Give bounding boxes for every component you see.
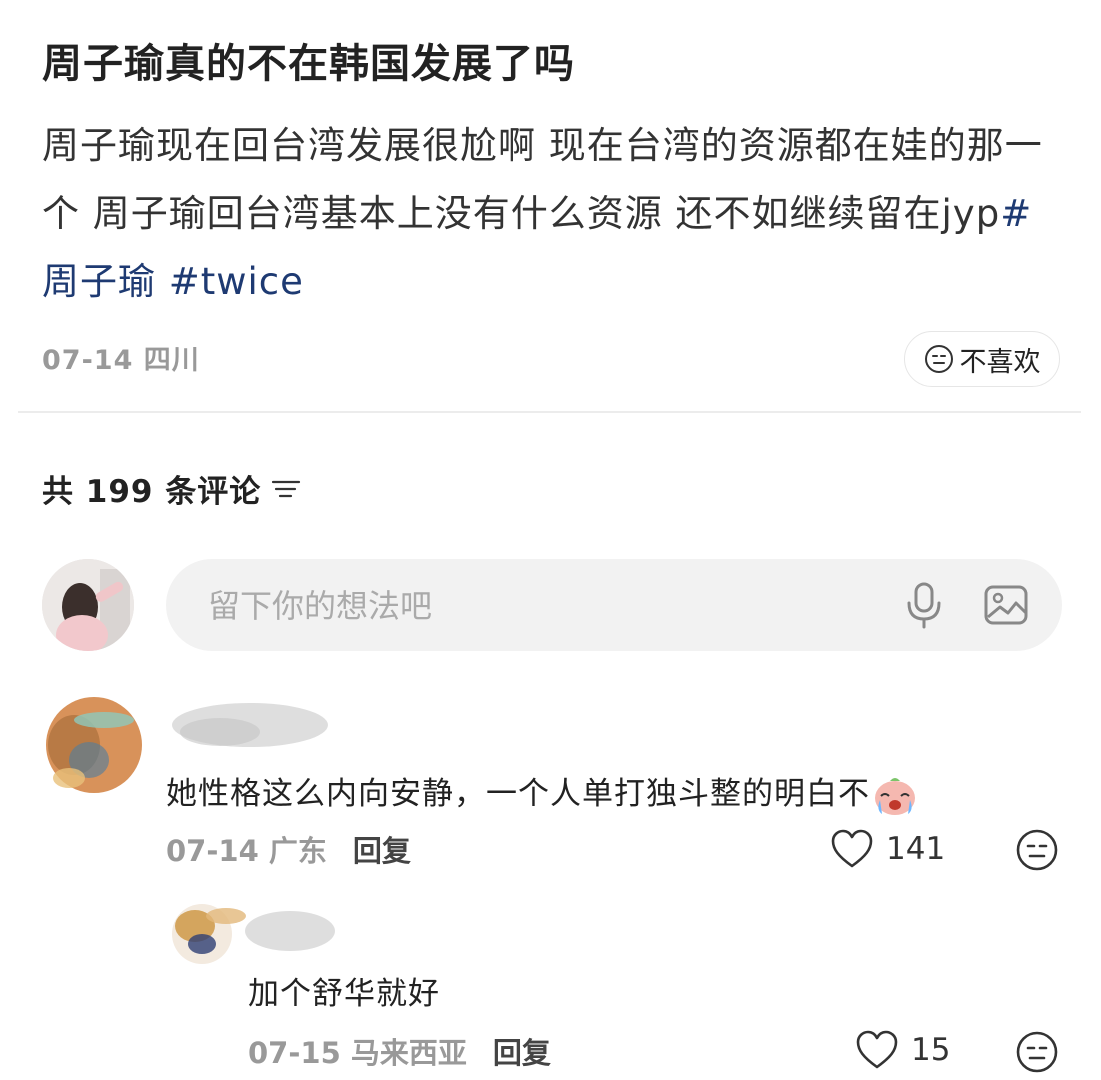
neutral-face-icon[interactable] xyxy=(1015,828,1059,872)
comment-meta: 07-14 广东 回复 xyxy=(166,828,411,870)
comment-date: 07-14 xyxy=(166,834,259,868)
commenter-avatar[interactable] xyxy=(34,690,154,800)
post-body: 周子瑜现在回台湾发展很尬啊 现在台湾的资源都在娃的那一个 周子瑜回台湾基本上没有… xyxy=(42,112,1062,316)
sort-filter-icon[interactable] xyxy=(271,477,303,501)
dislike-label: 不喜欢 xyxy=(959,346,1041,378)
post-meta: 07-14 四川 xyxy=(42,338,200,377)
comment-input[interactable] xyxy=(206,579,870,633)
post-location: 四川 xyxy=(143,345,200,376)
user-avatar[interactable] xyxy=(42,559,134,651)
comment-location: 广东 xyxy=(268,834,327,868)
comment-date: 07-15 xyxy=(248,1036,341,1070)
like-count: 15 xyxy=(911,1032,951,1068)
hashtag-link[interactable]: #twice xyxy=(156,260,304,303)
neutral-face-icon[interactable] xyxy=(1015,1030,1059,1074)
comment-count: 199 xyxy=(85,474,154,510)
dislike-button[interactable]: 不喜欢 xyxy=(904,331,1060,387)
post-title: 周子瑜真的不在韩国发展了吗 xyxy=(42,41,575,87)
like-button[interactable]: 15 xyxy=(855,1030,950,1070)
post-body-text: 周子瑜现在回台湾发展很尬啊 现在台湾的资源都在娃的那一个 周子瑜回台湾基本上没有… xyxy=(42,124,1043,235)
comment-location: 马来西亚 xyxy=(350,1036,467,1070)
commenter-avatar[interactable] xyxy=(160,896,250,972)
neutral-face-icon xyxy=(924,345,953,373)
comment-meta: 07-15 马来西亚 回复 xyxy=(248,1030,551,1072)
microphone-icon[interactable] xyxy=(904,581,944,629)
post-date: 07-14 xyxy=(42,345,134,376)
reply-button[interactable]: 回复 xyxy=(493,1030,551,1072)
comment-input-bar xyxy=(166,559,1062,651)
commenter-name-blurred[interactable] xyxy=(160,690,330,760)
comment-count-suffix: 条评论 xyxy=(165,474,262,510)
commenter-name-blurred[interactable] xyxy=(240,902,340,960)
like-button[interactable]: 141 xyxy=(830,829,945,869)
comment-text: 加个舒华就好 xyxy=(248,976,440,1012)
heart-icon xyxy=(831,829,873,868)
divider xyxy=(18,411,1081,413)
heart-icon xyxy=(856,1030,898,1069)
reply-button[interactable]: 回复 xyxy=(353,828,411,870)
image-icon[interactable] xyxy=(984,585,1028,625)
like-count: 141 xyxy=(886,831,946,867)
comment-count-prefix: 共 xyxy=(42,474,74,510)
comment-count-header: 共 199 条评论 xyxy=(42,466,303,511)
comment-text: 她性格这么内向安静，一个人单打独斗整的明白不 xyxy=(166,768,918,818)
crying-emoji-icon xyxy=(875,777,915,815)
